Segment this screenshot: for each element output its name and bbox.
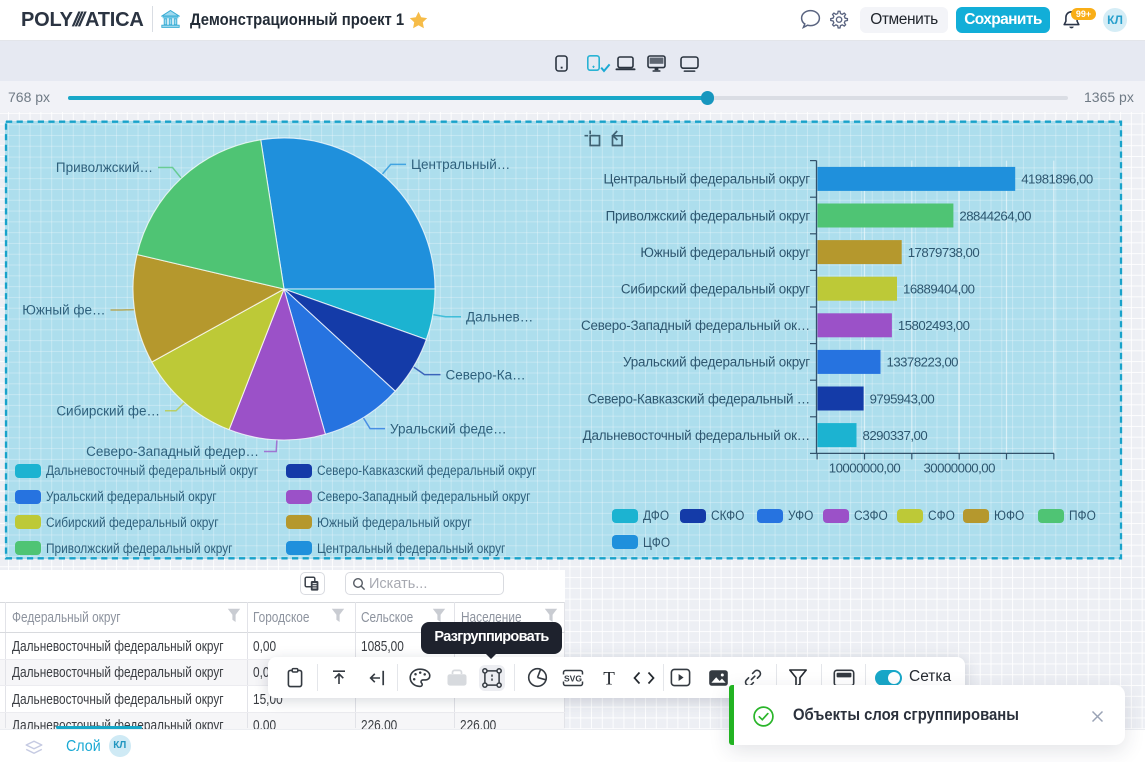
svg-text:8290337,00: 8290337,00 — [863, 428, 928, 443]
svg-text:28844264,00: 28844264,00 — [959, 208, 1031, 223]
svg-text:30000000,00: 30000000,00 — [923, 460, 995, 475]
svg-text:Дальневосточный федеральный ок: Дальневосточный федеральный ок… — [583, 428, 810, 443]
svg-text:10000000,00: 10000000,00 — [829, 460, 901, 475]
svg-text:Северо-Кавказский федеральный: Северо-Кавказский федеральный … — [588, 391, 810, 406]
svg-text:Южный фе…: Южный фе… — [22, 303, 105, 318]
svg-text:Дальнев…: Дальнев… — [466, 310, 533, 325]
svg-text:T: T — [603, 668, 615, 688]
svg-text:Центральный…: Центральный… — [411, 157, 510, 172]
svg-text:Уральский федеральный округ: Уральский федеральный округ — [623, 355, 810, 370]
svg-text:15802493,00: 15802493,00 — [898, 318, 970, 333]
svg-text:Уральский феде…: Уральский феде… — [390, 421, 507, 436]
svg-text:41981896,00: 41981896,00 — [1021, 172, 1093, 187]
svg-text:Северо-Ка…: Северо-Ка… — [446, 367, 526, 382]
svg-text:Приволжский…: Приволжский… — [56, 160, 153, 175]
svg-text:Центральный федеральный округ: Центральный федеральный округ — [603, 172, 810, 187]
svg-text:Южный федеральный округ: Южный федеральный округ — [640, 245, 810, 260]
svg-text:16889404,00: 16889404,00 — [903, 282, 975, 297]
svg-text:Сибирский фе…: Сибирский фе… — [56, 404, 160, 419]
svg-text:Северо-Западный федеральный ок: Северо-Западный федеральный ок… — [581, 318, 810, 333]
svg-text:17879738,00: 17879738,00 — [908, 245, 980, 260]
svg-text:13378223,00: 13378223,00 — [887, 355, 959, 370]
svg-text:Приволжский федеральный округ: Приволжский федеральный округ — [606, 208, 811, 223]
svg-text:Северо-Западный федер…: Северо-Западный федер… — [86, 444, 259, 459]
svg-text:9795943,00: 9795943,00 — [870, 391, 935, 406]
svg-text:Сибирский федеральный округ: Сибирский федеральный округ — [621, 282, 810, 297]
svg-text:SVG: SVG — [564, 673, 582, 683]
